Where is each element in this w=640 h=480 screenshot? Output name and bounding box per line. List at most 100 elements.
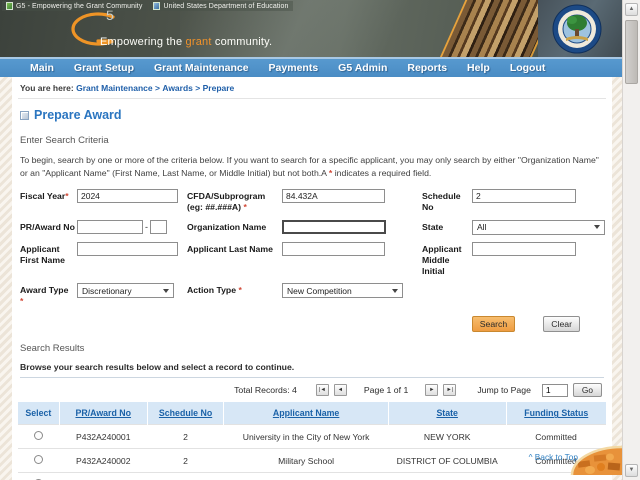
- jump-to-page-label: Jump to Page: [477, 385, 531, 396]
- applicant-last-name-cell: [282, 241, 422, 256]
- nav-item-grant-maintenance[interactable]: Grant Maintenance: [144, 62, 259, 74]
- banner-tagline: Empowering the grant community.: [100, 36, 272, 48]
- pr-award-suffix-input[interactable]: [150, 219, 167, 234]
- applicant-first-name-cell: [77, 241, 187, 256]
- nav-item-payments[interactable]: Payments: [259, 62, 329, 74]
- instructions-part1: To begin, search by one or more of the c…: [20, 155, 599, 179]
- results-header-row: Select PR/Award No Schedule No Applicant…: [18, 402, 606, 425]
- action-type-cell: New Competition: [282, 283, 422, 299]
- results-table: Select PR/Award No Schedule No Applicant…: [18, 402, 606, 480]
- nav-item-logout[interactable]: Logout: [500, 62, 556, 74]
- first-page-button[interactable]: |◄: [315, 384, 329, 397]
- pr-award-input[interactable]: [77, 219, 143, 234]
- state-cell: DISTRICT OF COLUMBIA: [388, 448, 506, 473]
- tab-g5[interactable]: G5 - Empowering the Grant Community: [2, 1, 147, 11]
- header-pr-award-no[interactable]: PR/Award No: [58, 402, 148, 425]
- pr-award-cell: P432A240003: [59, 472, 148, 480]
- header-pr-award-no-link: PR/Award No: [75, 408, 132, 419]
- schedule-cell: 2: [147, 448, 224, 473]
- search-button[interactable]: Search: [471, 316, 516, 333]
- applicant-first-name-input[interactable]: [77, 241, 178, 256]
- nav-item-g5-admin[interactable]: G5 Admin: [328, 62, 397, 74]
- applicant-middle-initial-input[interactable]: [472, 241, 576, 256]
- action-type-label-text: Action Type: [187, 285, 239, 296]
- fiscal-year-required: *: [65, 191, 69, 202]
- header-applicant-name[interactable]: Applicant Name: [223, 402, 389, 425]
- header-schedule-no-link: Schedule No: [158, 408, 213, 419]
- vertical-scrollbar[interactable]: ▲ ▼: [622, 0, 640, 480]
- instructions-part2: indicates a required field.: [332, 168, 432, 179]
- tab-g5-label: G5 - Empowering the Grant Community: [16, 2, 143, 10]
- applicant-last-name-input[interactable]: [282, 241, 385, 256]
- tab-doe[interactable]: United States Department of Education: [149, 1, 293, 11]
- state-select-value: All: [477, 222, 487, 233]
- nav-item-main[interactable]: Main: [20, 62, 64, 74]
- fiscal-year-input[interactable]: [77, 189, 178, 204]
- select-radio-row-1[interactable]: [34, 431, 44, 441]
- tagline-pre: Empowering the: [100, 36, 186, 48]
- breadcrumb-link-grant-maintenance[interactable]: Grant Maintenance: [76, 83, 153, 93]
- cfda-input[interactable]: [282, 189, 385, 204]
- award-type-select[interactable]: Discretionary: [77, 283, 174, 299]
- action-type-select[interactable]: New Competition: [282, 283, 403, 299]
- g5-application-window: G5 - Empowering the Grant Community Unit…: [0, 0, 640, 480]
- corner-decoration-image: [570, 445, 623, 480]
- select-cell: [18, 472, 60, 480]
- fiscal-year-label-text: Fiscal Year: [20, 191, 66, 202]
- clear-button[interactable]: Clear: [543, 316, 580, 333]
- breadcrumb-link-prepare[interactable]: Prepare: [203, 83, 235, 93]
- nav-item-help[interactable]: Help: [457, 62, 500, 74]
- award-type-label: Award Type *: [20, 283, 77, 307]
- applicant-middle-initial-label: Applicant Middle Initial: [422, 243, 462, 276]
- applicant-middle-initial-cell: [472, 241, 605, 256]
- prev-page-button[interactable]: ◄: [333, 384, 347, 397]
- pr-award-cell: -: [77, 219, 187, 234]
- left-edge-pattern: [0, 77, 12, 480]
- scroll-up-arrow-icon[interactable]: ▲: [625, 3, 638, 16]
- header-funding-status-link: Funding Status: [524, 408, 589, 419]
- department-of-education-seal-icon: [552, 4, 602, 57]
- fiscal-year-cell: [77, 189, 187, 204]
- schedule-no-input[interactable]: [472, 189, 576, 204]
- breadcrumb-separator: >: [195, 83, 201, 93]
- g5-favicon-icon: [6, 2, 13, 10]
- last-page-button[interactable]: ►|: [443, 384, 457, 397]
- applicant-cell: Military School: [223, 448, 389, 473]
- pr-award-separator: -: [145, 221, 148, 232]
- cfda-required: *: [243, 201, 247, 212]
- action-type-label: Action Type *: [187, 283, 282, 296]
- main-content: You are here: Grant Maintenance > Awards…: [12, 77, 612, 480]
- schedule-cell: 2: [147, 424, 224, 449]
- prepare-award-icon: [20, 110, 29, 120]
- action-type-select-value: New Competition: [287, 285, 352, 296]
- pr-award-cell: P432A240002: [59, 448, 148, 473]
- header-state[interactable]: State: [387, 402, 506, 425]
- scroll-down-arrow-icon[interactable]: ▼: [625, 464, 638, 477]
- breadcrumb-link-awards[interactable]: Awards: [162, 83, 193, 93]
- schedule-no-label: Schedule No: [422, 191, 461, 212]
- header-state-link: State: [436, 408, 458, 419]
- schedule-no-cell: [472, 189, 605, 204]
- pagination-top: Total Records: 4 |◄ ◄ Page 1 of 1 ► ►| J…: [18, 383, 602, 398]
- fiscal-year-label: Fiscal Year*: [20, 189, 77, 202]
- scrollbar-thumb[interactable]: [625, 20, 638, 84]
- nav-item-reports[interactable]: Reports: [397, 62, 457, 74]
- applicant-first-name-label: Applicant First Name: [20, 243, 65, 265]
- nav-item-grant-setup[interactable]: Grant Setup: [64, 62, 144, 74]
- applicant-cell: University in the City of New York: [223, 424, 389, 449]
- table-row: P432A240003 2 Marine Studies Institute D…: [18, 472, 606, 480]
- right-edge-pattern: [612, 77, 622, 480]
- organization-name-input[interactable]: [282, 219, 386, 234]
- tagline-accent: grant: [185, 36, 212, 48]
- jump-to-page-input[interactable]: [541, 383, 568, 397]
- next-page-button[interactable]: ►: [425, 384, 439, 397]
- header-funding-status[interactable]: Funding Status: [505, 402, 606, 425]
- header-schedule-no[interactable]: Schedule No: [146, 402, 224, 425]
- search-criteria-form: Fiscal Year* CFDA/Subprogram(eg: ##.###A…: [20, 189, 605, 307]
- state-select[interactable]: All: [472, 219, 605, 235]
- breadcrumb-separator: >: [154, 83, 160, 93]
- page-title-row: Prepare Award: [20, 108, 604, 122]
- select-radio-row-2[interactable]: [34, 455, 44, 465]
- window-title-tabs: G5 - Empowering the Grant Community Unit…: [2, 1, 293, 11]
- go-button[interactable]: Go: [572, 383, 602, 398]
